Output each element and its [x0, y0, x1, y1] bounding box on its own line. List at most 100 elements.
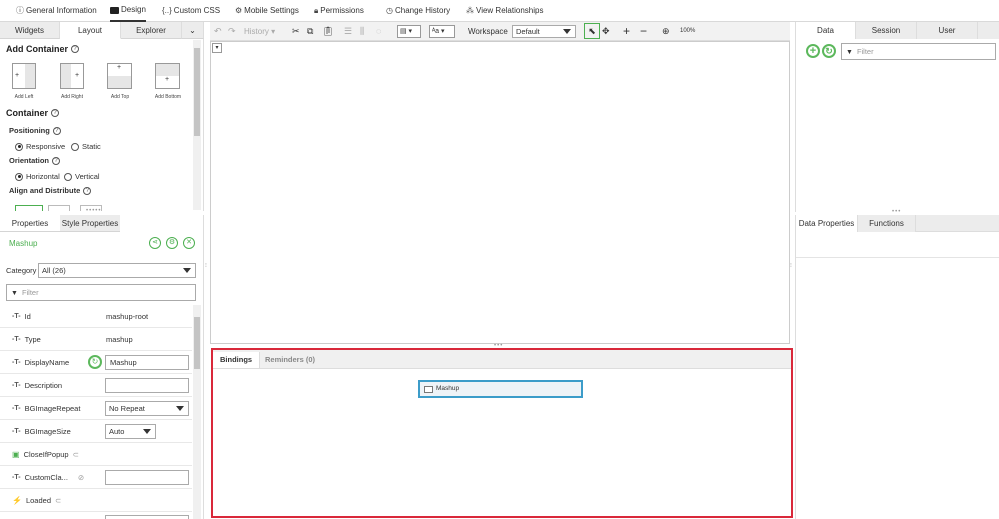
add-bottom-button[interactable]: + [155, 63, 180, 89]
gear-icon[interactable]: ⚙ [166, 237, 178, 249]
collapse-panel-button[interactable]: ⌄ [182, 22, 204, 39]
description-input[interactable] [105, 378, 189, 393]
tab-bindings[interactable]: Bindings [213, 352, 261, 368]
collapse-left-handle[interactable]: ⁝ [205, 262, 207, 269]
property-filter-input[interactable]: ▼ Filter [6, 284, 196, 301]
tab-widgets[interactable]: Widgets [0, 22, 60, 39]
tab-session[interactable]: Session [856, 22, 917, 39]
tab-reminders[interactable]: Reminders (0) [258, 352, 322, 368]
tab-explorer[interactable]: Explorer [121, 22, 182, 39]
align-option-icon[interactable] [15, 205, 43, 211]
add-data-icon[interactable]: + [806, 44, 820, 58]
radio-selected-icon[interactable] [15, 172, 23, 181]
add-right-button[interactable]: + [60, 63, 84, 89]
select-pointer-icon[interactable]: ⬉ [584, 23, 600, 39]
property-row-displayname[interactable]: -T- DisplayName ↻ Mashup [0, 351, 192, 374]
scrollbar-thumb[interactable] [194, 48, 200, 136]
customclass-input[interactable] [105, 470, 189, 485]
tab-functions[interactable]: Functions [858, 215, 916, 232]
text-style-dropdown[interactable]: ᴬa ▾ [429, 25, 455, 38]
gear-icon: ⚙ [235, 6, 243, 15]
nav-label: View Relationships [476, 6, 544, 15]
add-left-button[interactable]: + [12, 63, 36, 89]
refresh-icon[interactable]: ↻ [88, 355, 102, 369]
right-top-panel: Data Session User + ↻ ▼ Filter [795, 22, 999, 212]
history-icon: ◷ [386, 6, 393, 15]
property-row-customclass[interactable]: -T- CustomCla... ⊘ [0, 466, 192, 489]
zoom-out-icon[interactable]: − [640, 25, 647, 38]
nav-permissions[interactable]: 🔒︎ Permissions [314, 0, 364, 22]
nav-mobile-settings[interactable]: ⚙ Mobile Settings [235, 0, 299, 22]
data-filter-input[interactable]: ▼ Filter [841, 43, 996, 60]
help-icon[interactable]: ? [51, 109, 60, 117]
radio-responsive[interactable]: Responsive [15, 142, 65, 151]
align-option-icon[interactable] [48, 205, 70, 211]
history-dropdown[interactable]: History ▾ [244, 25, 275, 38]
radio-unselected-icon[interactable] [64, 172, 72, 181]
radio-horizontal[interactable]: Horizontal [15, 172, 60, 181]
refresh-icon[interactable]: ↻ [822, 44, 836, 58]
tab-data[interactable]: Data [796, 22, 856, 39]
radio-static[interactable]: Static [71, 142, 101, 151]
copy-icon[interactable]: ⧉ [307, 25, 313, 38]
scrollbar[interactable] [193, 40, 201, 210]
tab-data-properties[interactable]: Data Properties [796, 215, 858, 232]
distribute-icon[interactable]: ⫼ [360, 25, 364, 38]
help-icon[interactable]: ? [71, 45, 79, 53]
bgimagesize-select[interactable]: Auto [105, 424, 156, 439]
text-type-icon: -T- [12, 382, 21, 389]
layout-view-dropdown[interactable]: ▤ ▾ [397, 25, 421, 38]
property-row-bgimagesize[interactable]: -T- BGImageSize Auto [0, 420, 192, 443]
undo-icon[interactable]: ↶ [214, 25, 222, 38]
radio-unselected-icon[interactable] [71, 142, 79, 151]
property-row-loaded[interactable]: ⚡ Loaded ⊂ [0, 489, 192, 512]
radio-vertical[interactable]: Vertical [64, 172, 100, 181]
cut-icon[interactable]: ✂ [292, 25, 300, 38]
tab-user[interactable]: User [917, 22, 978, 39]
align-icon[interactable]: ☰ [344, 25, 352, 38]
paste-icon[interactable]: 📋︎ [322, 25, 333, 38]
tab-style-properties[interactable]: Style Properties [60, 215, 120, 232]
tab-properties[interactable]: Properties [0, 215, 60, 232]
help-icon[interactable]: ? [83, 186, 92, 195]
move-icon[interactable]: ✥ [602, 25, 610, 38]
add-top-button[interactable]: + [107, 63, 132, 89]
mashup-binding-node[interactable]: Mashup [418, 380, 583, 398]
snap-icon[interactable]: ◌ [376, 25, 381, 38]
tab-layout[interactable]: Layout [60, 22, 121, 39]
workspace-select[interactable]: Default [512, 25, 576, 38]
close-icon[interactable]: ✕ [183, 237, 195, 249]
displayname-input[interactable]: Mashup [105, 355, 189, 370]
nav-view-relationships[interactable]: ⁂ View Relationships [466, 0, 543, 22]
filter-icon: ▼ [846, 49, 853, 56]
help-icon[interactable]: ? [52, 156, 61, 165]
property-row-bgimagerepeat[interactable]: -T- BGImageRepeat No Repeat [0, 397, 192, 420]
radio-selected-icon[interactable] [15, 142, 23, 151]
nav-general-information[interactable]: ⓘ General Information [16, 0, 97, 22]
splitter-handle[interactable]: ••••• [86, 208, 102, 214]
chevron-down-icon: ⌄ [189, 26, 196, 35]
orientation-label: Orientation ? [9, 156, 61, 165]
help-icon[interactable]: ? [52, 126, 61, 135]
chevron-down-icon [563, 29, 571, 34]
canvas-menu-icon[interactable]: ▾ [212, 43, 222, 53]
property-row-type[interactable]: -T- Type mashup [0, 328, 192, 351]
property-row-description[interactable]: -T- Description [0, 374, 192, 397]
mashup-canvas[interactable]: ▾ [210, 41, 790, 344]
nav-design[interactable]: Design [110, 0, 146, 22]
nav-custom-css[interactable]: {..} Custom CSS [162, 0, 220, 22]
zoom-in-icon[interactable]: + [623, 25, 630, 38]
design-toolbar: ↶ ↷ History ▾ ✂ ⧉ 📋︎ ☰ ⫼ ◌ ▤ ▾ ᴬa ▾ Work… [210, 22, 790, 41]
property-row-id[interactable]: -T- Id mashup-root [0, 305, 192, 328]
collapse-right-handle[interactable]: ⁝ [790, 262, 792, 269]
add-left-label: Add Left [14, 94, 34, 100]
nav-change-history[interactable]: ◷ Change History [386, 0, 450, 22]
bgimagerepeat-select[interactable]: No Repeat [105, 401, 189, 416]
category-select[interactable]: All (26) [38, 263, 196, 278]
share-icon[interactable]: ⋖ [149, 237, 161, 249]
redo-icon[interactable]: ↷ [228, 25, 236, 38]
zoom-fit-icon[interactable]: ⊕ [662, 25, 670, 38]
property-row-closeifpopup[interactable]: ▣ CloseIfPopup ⊂ [0, 443, 192, 466]
scrollbar-thumb[interactable] [194, 317, 200, 369]
scrollbar[interactable] [193, 305, 201, 519]
